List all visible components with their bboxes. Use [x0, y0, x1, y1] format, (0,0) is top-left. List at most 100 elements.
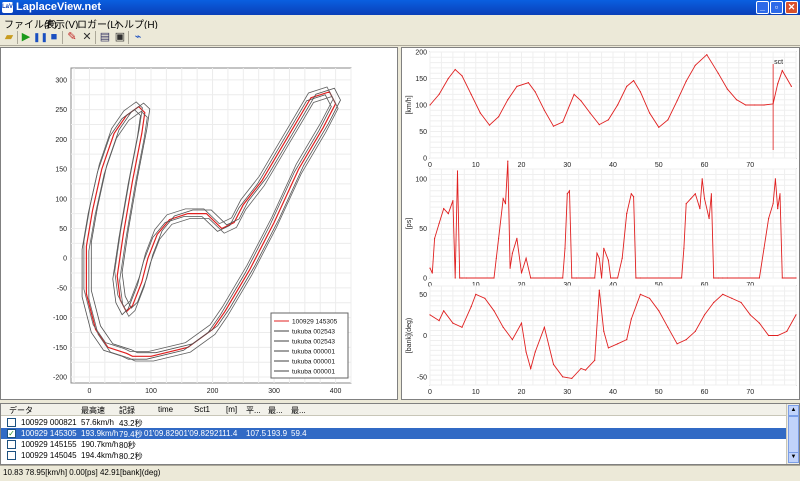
- x-tick-label: 0: [428, 389, 432, 396]
- row-checkbox[interactable]: [7, 440, 16, 449]
- data-point: [790, 85, 792, 87]
- scroll-down-button[interactable]: ▼: [788, 452, 799, 463]
- table-row[interactable]: 100929 145155 190.7km/h 80秒: [1, 439, 786, 450]
- data-point: [740, 301, 742, 304]
- data-point: [530, 277, 532, 279]
- legend-entry: tukuba 000001: [292, 359, 335, 366]
- data-point: [516, 85, 518, 87]
- map-y-tick-label: 0: [63, 256, 67, 263]
- stop-icon[interactable]: ■: [47, 30, 61, 44]
- data-point: [594, 359, 596, 361]
- col-data[interactable]: データ: [9, 405, 33, 416]
- data-point: [543, 109, 545, 111]
- data-point: [754, 104, 756, 106]
- data-point: [781, 277, 783, 279]
- col-max2[interactable]: 最...: [291, 405, 306, 416]
- close-button[interactable]: ✕: [785, 1, 798, 14]
- row-checkbox[interactable]: ✓: [7, 429, 16, 438]
- col-time[interactable]: time: [158, 405, 173, 414]
- status-bar: 10.83 78.95[km/h] 0.00[ps] 42.91[bank](d…: [0, 465, 800, 481]
- data-point: [575, 277, 577, 279]
- table-cell: 57.6km/h: [81, 418, 114, 427]
- row-checkbox[interactable]: [7, 418, 16, 427]
- export-icon[interactable]: ▣: [113, 30, 127, 44]
- play-icon[interactable]: ▶: [19, 30, 33, 44]
- table-row[interactable]: 100929 000821 57.6km/h 43.2秒: [1, 417, 786, 428]
- data-point: [488, 124, 491, 126]
- col-sct1[interactable]: Sct1: [194, 405, 210, 414]
- track-map[interactable]: 0 100 200 300 400 300 250 200 150 100 50 0 -50 -100 -1…: [1, 48, 397, 399]
- col-avg[interactable]: 平...: [246, 405, 261, 416]
- x-tick-label: 50: [655, 389, 663, 396]
- data-point: [758, 322, 760, 324]
- data-point: [502, 198, 504, 200]
- data-point: [520, 322, 523, 324]
- pause-icon[interactable]: ❚❚: [33, 30, 48, 44]
- data-point: [475, 293, 477, 295]
- data-point: [777, 208, 779, 210]
- data-point: [461, 75, 463, 77]
- data-point: [598, 289, 600, 291]
- data-point: [530, 367, 532, 370]
- map-y-tick-label: 50: [59, 226, 67, 233]
- list-scrollbar[interactable]: ▲ ▼: [786, 404, 799, 464]
- maximize-button[interactable]: ▫: [770, 1, 783, 14]
- data-point: [779, 193, 781, 195]
- data-point: [722, 293, 724, 295]
- data-point: [685, 203, 687, 205]
- data-point: [617, 104, 619, 106]
- table-cell: 01'09.829: [144, 429, 179, 438]
- y-tick-label: 100: [415, 103, 427, 110]
- data-point: [516, 237, 518, 239]
- track-map-panel[interactable]: 0 100 200 300 400 300 250 200 150 100 50 0 -50 -100 -1…: [0, 47, 398, 400]
- scroll-thumb[interactable]: [788, 416, 799, 454]
- table-cell: 194.4km/h: [81, 451, 119, 460]
- data-point: [786, 330, 788, 332]
- map-x-tick-label: 0: [88, 388, 92, 395]
- table-cell: 80.2秒: [119, 452, 143, 461]
- col-meters[interactable]: [m]: [226, 405, 237, 414]
- scroll-up-button[interactable]: ▲: [788, 405, 799, 416]
- graph-icon[interactable]: ⌁: [131, 30, 145, 44]
- map-x-tick-label: 200: [207, 388, 219, 395]
- charts-panel[interactable]: 010203040506070200150100500[km/h]sct0102…: [401, 47, 800, 400]
- chart-0[interactable]: 0 10 20 30 40 50 60 70 200 150 100 50 0 [km/h] sct: [406, 50, 797, 170]
- data-point: [694, 193, 696, 195]
- data-point: [626, 339, 628, 341]
- data-point: [429, 104, 431, 106]
- data-point: [562, 376, 564, 378]
- pen-icon[interactable]: ✎: [65, 30, 79, 44]
- telemetry-charts[interactable]: 010203040506070200150100500[km/h]sct0102…: [402, 48, 799, 399]
- data-list[interactable]: データ 最高速 記録 time Sct1 [m] 平... 最... 最... …: [0, 403, 800, 465]
- data-point: [603, 330, 605, 332]
- table-icon[interactable]: ▤: [98, 30, 112, 44]
- data-point: [703, 314, 706, 316]
- row-checkbox[interactable]: [7, 451, 16, 460]
- data-point: [713, 277, 715, 279]
- app-window: LaV LaplaceView.net _ ▫ ✕ ファイル(F) 表示(V) …: [0, 0, 800, 481]
- data-point: [598, 257, 600, 259]
- open-folder-icon[interactable]: ▰: [2, 30, 16, 44]
- table-row[interactable]: 100929 145045 194.4km/h 80.2秒: [1, 450, 786, 461]
- title-bar[interactable]: LaV LaplaceView.net _ ▫ ✕: [0, 0, 800, 15]
- col-record[interactable]: 記録: [119, 405, 135, 416]
- data-point: [726, 277, 728, 279]
- data-point: [639, 91, 641, 93]
- delete-icon[interactable]: ✕: [80, 30, 94, 44]
- table-row[interactable]: ✓ 100929 145305 193.9km/h 79.4秒 01'09.829 01'…: [1, 428, 786, 439]
- table-cell: 100929 145305: [21, 429, 77, 438]
- y-tick-label: -50: [417, 374, 427, 381]
- chart-2[interactable]: 0 10 20 30 40 50 60 70 50 0 -50 [bank](deg): [406, 285, 797, 396]
- col-top-speed[interactable]: 最高速: [81, 405, 105, 416]
- data-point: [566, 193, 568, 195]
- minimize-button[interactable]: _: [756, 1, 769, 14]
- data-point: [493, 310, 495, 312]
- chart-1[interactable]: 0 10 20 30 40 50 60 70 100 50 0 [ps]: [406, 160, 797, 290]
- map-x-tick-label: 300: [268, 388, 280, 395]
- data-point: [601, 277, 603, 279]
- data-point: [667, 119, 669, 121]
- table-cell: 100929 145045: [21, 451, 77, 460]
- data-point: [607, 259, 609, 261]
- data-point: [452, 200, 454, 202]
- col-max[interactable]: 最...: [268, 405, 283, 416]
